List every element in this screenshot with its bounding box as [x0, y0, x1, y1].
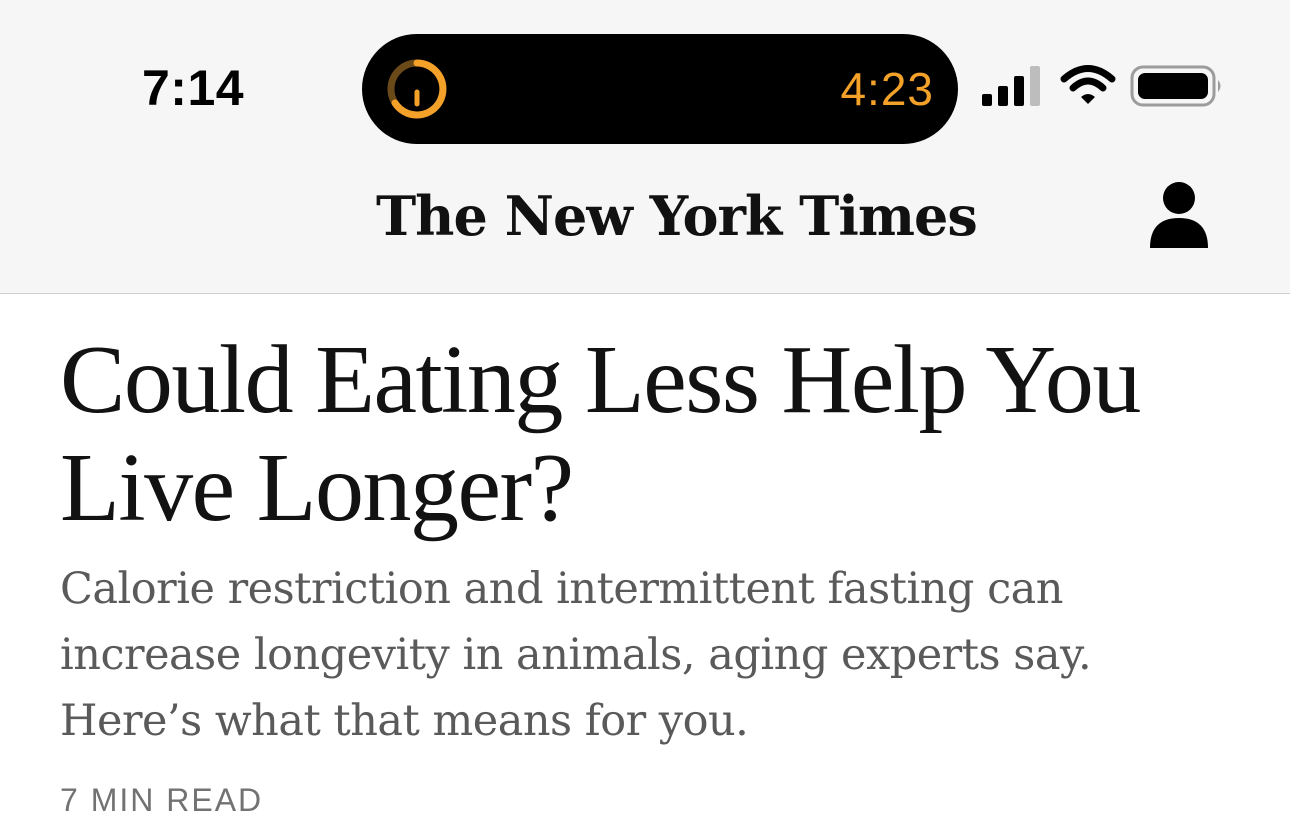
- article-headline[interactable]: Could Eating Less Help You Live Longer?: [60, 326, 1210, 542]
- timer-icon: [387, 59, 447, 119]
- timer-countdown: 4:23: [840, 63, 934, 115]
- article-summary: Calorie restriction and intermittent fas…: [60, 564, 1092, 746]
- app-header-area: 7:14 4:23 The New York Times: [0, 0, 1290, 294]
- dynamic-island-timer[interactable]: 4:23: [362, 34, 958, 144]
- wifi-icon: [1060, 65, 1116, 104]
- cellular-signal-icon: [982, 66, 1040, 106]
- status-time: 7:14: [142, 60, 245, 116]
- read-time-label: 7 MIN READ: [60, 782, 264, 818]
- battery-icon: [1130, 65, 1221, 107]
- account-icon[interactable]: [1148, 180, 1210, 248]
- nyt-logo[interactable]: The New York Times: [376, 178, 978, 254]
